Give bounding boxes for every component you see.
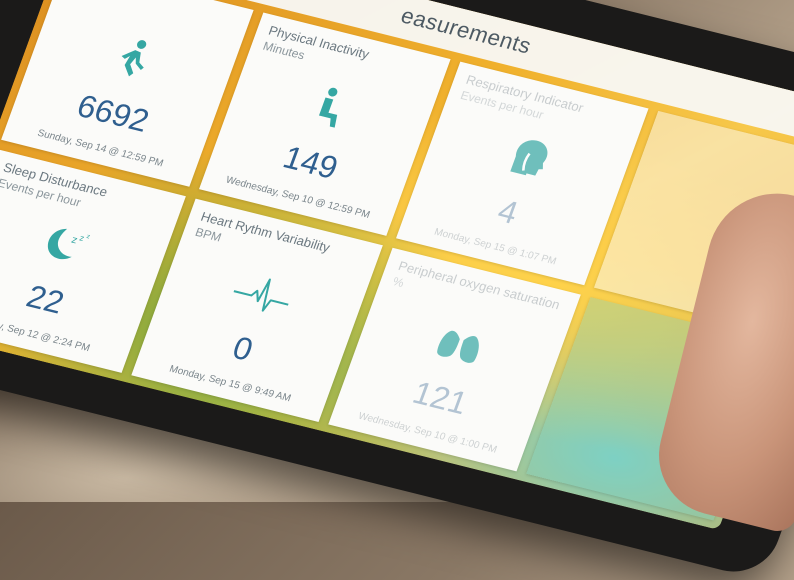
heartbeat-icon: [224, 266, 299, 327]
tile-unit: %: [390, 274, 406, 291]
lungs-icon: [429, 317, 490, 374]
svg-text:z: z: [70, 234, 79, 246]
tile-value: 6692: [72, 87, 154, 139]
tile-value: 149: [278, 138, 343, 186]
tile-value: 0: [228, 329, 258, 368]
tile-value: 121: [408, 374, 473, 422]
walking-icon: [107, 33, 157, 88]
sitting-icon: [305, 83, 355, 138]
moon-sleep-icon: z z z: [33, 218, 96, 276]
svg-text:z: z: [78, 233, 85, 242]
respiratory-head-icon: [497, 131, 557, 188]
tile-value: 4: [493, 192, 523, 231]
svg-text:z: z: [85, 233, 90, 240]
